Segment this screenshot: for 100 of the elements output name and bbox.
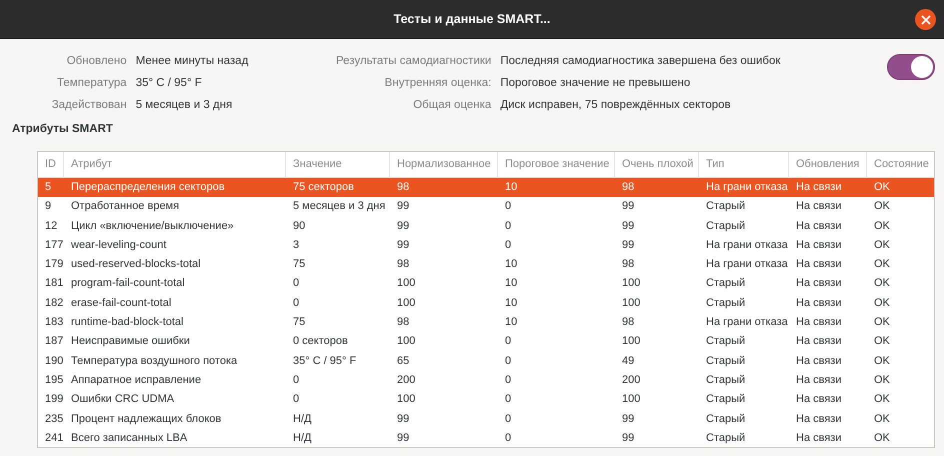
table-cell-text: 200 (621, 372, 642, 388)
table-cell-text: 10 (504, 276, 518, 292)
table-cell-text: На связи (795, 276, 842, 292)
table-cell-text: 0 (504, 238, 512, 253)
table-cell-text: 0 (504, 372, 512, 388)
table-cell-text: 235 (44, 412, 64, 427)
table-cell-text: На связи (795, 354, 842, 369)
close-icon (920, 14, 930, 24)
table-cell-text: 10 (504, 315, 518, 330)
close-button[interactable] (915, 9, 936, 30)
table-row[interactable]: 12 Цикл «включение/выключение» 90 99 0 99 Старый На связи OK (38, 216, 934, 236)
table-cell-text: Старый (705, 199, 746, 214)
table-cell-text: Старый (705, 354, 746, 369)
info-label: Задействован (50, 98, 127, 113)
table-cell-text: 100 (396, 296, 416, 311)
table-row[interactable]: 9 Отработанное время 5 месяцев и 3 дня 99 0 99 Старый На связи OK (38, 197, 934, 217)
table-cell-text: 0 (504, 430, 512, 446)
table-row[interactable]: 5 Перераспределения секторов 75 секторов 98 10 98 На грани отказа На связи OK (38, 178, 934, 198)
info-value: Пороговое значение не превышено (500, 76, 692, 91)
table-cell-text: Температура воздушного потока (70, 354, 238, 369)
table-cell-text: 75 секторов (292, 180, 355, 195)
table-cell-text: Всего записанных LBA (70, 430, 188, 446)
table-cell-text: OK (873, 372, 891, 388)
table-cell-text: 183 (44, 315, 64, 330)
table-cell-text: 0 (504, 412, 512, 427)
table-cell-text: 200 (396, 372, 416, 388)
table-cell-text: 10 (504, 257, 518, 272)
table-cell-text: 12 (44, 218, 58, 234)
info-value: Диск исправен, 75 повреждённых секторов (500, 98, 732, 113)
table-cell-text: 0 (504, 218, 512, 234)
table-cell-text: OK (873, 315, 891, 330)
table-cell-text: 0 (504, 334, 512, 350)
table-row[interactable]: 182 erase-fail-count-total 0 100 10 100 Старый На связи OK (38, 294, 934, 314)
table-cell-text: 99 (396, 412, 410, 427)
table-row[interactable]: 195 Аппаратное исправление 0 200 0 200 Старый На связи OK (38, 370, 934, 390)
table-cell-text: На связи (795, 296, 842, 311)
table-cell-text: 187 (44, 334, 64, 350)
table-cell-text: 65 (396, 354, 410, 369)
table-cell-text: 190 (44, 354, 64, 369)
table-cell-text: На связи (795, 412, 842, 427)
table-row[interactable]: 183 runtime-bad-block-total 75 98 10 98 На грани отказа На связи OK (38, 313, 934, 332)
table-cell-text: 99 (396, 199, 410, 214)
table-cell-text: 99 (621, 218, 636, 234)
table-row[interactable]: 190 Температура воздушного потока 35° C / 95° F 65 0 49 Старый На связи OK (38, 352, 934, 371)
table-cell-text: Отработанное время (70, 199, 180, 214)
table-row[interactable]: 235 Процент надлежащих блоков Н/Д 99 0 99 Старый На связи OK (38, 410, 934, 429)
table-cell-text: 10 (504, 180, 518, 195)
table-cell-text: OK (873, 334, 891, 350)
table-cell-text: 195 (44, 372, 64, 388)
table-cell-text: Старый (705, 412, 746, 427)
table-cell-text: OK (873, 296, 891, 311)
table-row[interactable]: 199 Ошибки CRC UDMA 0 100 0 100 Старый На связи OK (38, 390, 934, 410)
table-cell-text: На связи (795, 392, 842, 408)
info-value: 5 месяцев и 3 дня (136, 98, 234, 113)
table-cell-text: Н/Д (292, 430, 312, 446)
table-cell-text: На связи (795, 372, 842, 388)
table-cell-text: Цикл «включение/выключение» (70, 218, 235, 234)
table-cell-text: Неисправимые ошибки (70, 334, 191, 350)
toggle-switch[interactable] (887, 54, 935, 80)
table-cell-text: 35° C / 95° F (292, 354, 358, 369)
table-cell-text: На связи (795, 257, 842, 272)
table-cell-text: OK (873, 199, 891, 214)
table-row[interactable]: 187 Неисправимые ошибки 0 секторов 100 0 100 Старый На связи OK (38, 332, 934, 352)
table-cell-text: 100 (621, 296, 642, 311)
table-cell-text: На грани отказа (705, 257, 789, 272)
table-cell-text: 179 (44, 257, 64, 272)
table-cell-text: 75 (292, 315, 306, 330)
table-cell-text: 49 (621, 354, 636, 369)
table-cell-text: OK (873, 412, 891, 427)
table-cell-text: wear-leveling-count (70, 238, 168, 253)
table-cell-text: 10 (504, 296, 518, 311)
table-cell-text: Старый (705, 392, 746, 408)
table-cell-text: OK (873, 354, 891, 369)
info-label: Обновлено (66, 54, 127, 69)
table-cell-text: 0 (292, 372, 300, 388)
table-cell-text: erase-fail-count-total (70, 296, 172, 311)
table-row[interactable]: 179 used-reserved-blocks-total 75 98 10 98 На грани отказа На связи OK (38, 255, 934, 274)
table-cell-text: 99 (621, 238, 636, 253)
table-cell-text: 0 (504, 392, 512, 408)
table-cell-text: Старый (705, 276, 746, 292)
table-cell-text: 90 (292, 218, 306, 234)
info-label: Внутренняя оценка: (384, 76, 492, 91)
info-value: 35° C / 95° F (136, 76, 203, 91)
table-cell-text: На связи (795, 334, 842, 350)
table-cell-text: 100 (396, 392, 416, 408)
info-label: Общая оценка (412, 98, 492, 113)
table-cell-text: На связи (795, 238, 842, 253)
table-cell-text: 199 (44, 392, 64, 408)
table-cell-text: used-reserved-blocks-total (70, 257, 202, 272)
table-cell-text: 98 (621, 257, 636, 272)
table-row[interactable]: 241 Всего записанных LBA Н/Д 99 0 99 Старый На связи OK (38, 428, 934, 447)
table-cell-text: OK (873, 218, 891, 234)
table-row[interactable]: 181 program-fail-count-total 0 100 10 100 Старый На связи OK (38, 274, 934, 294)
section-title: Атрибуты SMART (11, 122, 114, 137)
table-cell-text: На связи (795, 218, 842, 234)
table-cell-text: На связи (795, 430, 842, 446)
table-row[interactable]: 177 wear-leveling-count 3 99 0 99 На грани отказа На связи OK (38, 236, 934, 256)
table-cell-text: 177 (44, 238, 64, 253)
table-cell-text: На связи (795, 315, 842, 330)
table-cell-text: OK (873, 392, 891, 408)
